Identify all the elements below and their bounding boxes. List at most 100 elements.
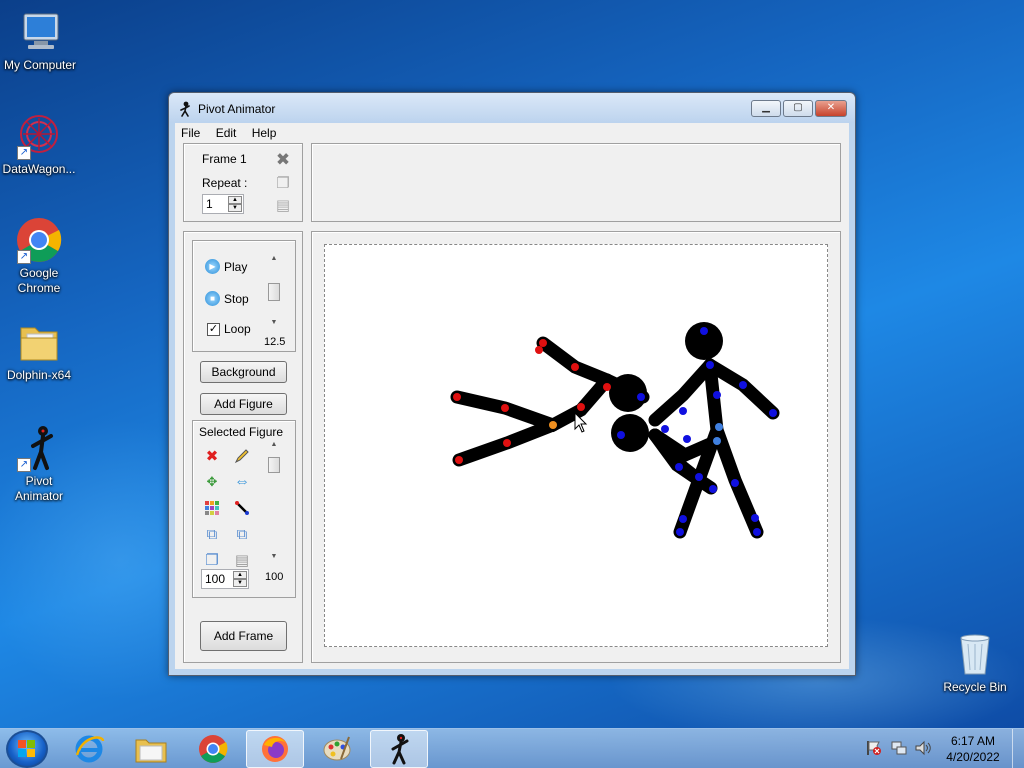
slider-thumb[interactable] xyxy=(268,283,280,301)
stickman-icon xyxy=(391,734,409,765)
folder-icon xyxy=(15,318,63,366)
tray-action-center-icon[interactable] xyxy=(866,740,882,759)
desktop-icon-label: Pivot Animator xyxy=(14,474,64,503)
paste-frame-icon[interactable]: ▤ xyxy=(274,196,292,214)
add-frame-button[interactable]: Add Frame xyxy=(200,621,287,651)
shortcut-arrow-icon: ↗ xyxy=(17,250,31,264)
play-label: Play xyxy=(224,259,248,274)
taskbar-internet-explorer[interactable] xyxy=(60,730,118,768)
taskbar-pivot-animator[interactable] xyxy=(370,730,428,768)
datawagon-icon: ↗ xyxy=(15,112,63,160)
tray-volume-icon[interactable] xyxy=(915,740,931,759)
spin-down-icon[interactable]: ▼ xyxy=(233,579,247,587)
taskbar-firefox[interactable] xyxy=(246,730,304,768)
desktop-icon-label: Recycle Bin xyxy=(943,680,1007,694)
timeline-panel[interactable] xyxy=(311,143,841,222)
slider-up-icon[interactable]: ▲ xyxy=(267,255,281,267)
selected-figure-group: Selected Figure ✖ ✥ ⇔ ⧉ ⧉ ❐ ▤ ▲ ▼ 100 ▲ … xyxy=(192,420,296,598)
leaning-figure-head[interactable] xyxy=(611,414,649,452)
shortcut-arrow-icon: ↗ xyxy=(17,458,31,472)
stickman-icon: ↗ xyxy=(15,424,63,472)
taskbar-clock[interactable]: 6:17 AM 4/20/2022 xyxy=(940,733,1006,765)
taskbar-paint[interactable] xyxy=(308,730,366,768)
delete-frame-icon[interactable]: ✖ xyxy=(274,150,292,169)
shortcut-arrow-icon: ↗ xyxy=(17,146,31,160)
repeat-spinner[interactable]: 1 ▲ ▼ xyxy=(202,194,244,214)
stop-label: Stop xyxy=(224,291,249,306)
desktop-icon-label: My Computer xyxy=(3,58,77,72)
spin-up-icon[interactable]: ▲ xyxy=(233,571,247,579)
play-button[interactable]: ▶ Play xyxy=(205,259,247,274)
stop-icon: ■ xyxy=(205,291,220,306)
desktop-icon-recycle-bin[interactable]: Recycle Bin xyxy=(935,630,1015,695)
taskbar: 6:17 AM 4/20/2022 xyxy=(0,728,1024,768)
start-button[interactable] xyxy=(6,730,48,768)
desktop-icon-label: DataWagon... xyxy=(2,162,76,176)
send-backward-icon[interactable]: ⧉ xyxy=(233,525,251,543)
folder-icon xyxy=(135,739,167,763)
menu-bar: File Edit Help xyxy=(175,123,849,143)
windows-logo-icon xyxy=(18,740,35,757)
frame-label: Frame 1 xyxy=(202,152,247,166)
taskbar-file-explorer[interactable] xyxy=(122,730,180,768)
speed-slider[interactable]: ▲ ▼ xyxy=(267,255,281,331)
desktop-icon-pivot-animator[interactable]: ↗ Pivot Animator xyxy=(0,424,79,504)
clock-date: 4/20/2022 xyxy=(946,750,1000,764)
paint-palette-icon xyxy=(323,736,351,761)
close-button[interactable]: ✕ xyxy=(815,100,847,117)
desktop-icon-google-chrome[interactable]: ↗ Google Chrome xyxy=(0,216,79,296)
bring-forward-icon[interactable]: ⧉ xyxy=(203,525,221,543)
slider-up-icon[interactable]: ▲ xyxy=(267,441,281,453)
tray-network-icon[interactable] xyxy=(891,740,907,759)
selected-figure-heading: Selected Figure xyxy=(199,425,284,439)
background-button[interactable]: Background xyxy=(200,361,287,383)
stop-button[interactable]: ■ Stop xyxy=(205,291,249,306)
spin-down-icon[interactable]: ▼ xyxy=(228,204,242,212)
slider-down-icon[interactable]: ▼ xyxy=(267,553,281,565)
paste-figure-icon[interactable]: ▤ xyxy=(233,551,251,569)
window-titlebar[interactable]: Pivot Animator ▁ ▢ ✕ xyxy=(169,93,855,123)
menu-edit[interactable]: Edit xyxy=(210,123,243,143)
join-segment-icon[interactable] xyxy=(233,499,251,517)
copy-figure-icon[interactable]: ❐ xyxy=(203,551,221,569)
desktop-icon-label: Google Chrome xyxy=(17,266,61,295)
flip-figure-icon[interactable]: ⇔ xyxy=(233,473,251,491)
repeat-label: Repeat : xyxy=(202,176,248,190)
canvas-panel xyxy=(311,231,841,663)
slider-thumb[interactable] xyxy=(268,457,280,473)
menu-file[interactable]: File xyxy=(175,123,206,143)
color-palette-icon[interactable] xyxy=(203,499,221,517)
animation-canvas[interactable] xyxy=(324,244,828,647)
show-desktop-button[interactable] xyxy=(1012,729,1024,768)
desktop-icon-dolphin[interactable]: Dolphin-x64 xyxy=(0,318,79,383)
copy-frame-icon[interactable]: ❐ xyxy=(274,174,292,192)
speed-value: 12.5 xyxy=(264,336,286,348)
window-client-area: Frame 1 Repeat : 1 ▲ ▼ ✖ ❐ ▤ ▶ Play ■ Sto… xyxy=(175,143,849,669)
maximize-button[interactable]: ▢ xyxy=(783,100,813,117)
delete-figure-icon[interactable]: ✖ xyxy=(203,447,221,465)
stick-figures[interactable] xyxy=(325,245,827,646)
chrome-icon: ↗ xyxy=(15,216,63,264)
internet-explorer-icon xyxy=(75,735,105,763)
clock-time: 6:17 AM xyxy=(950,734,996,748)
add-figure-button[interactable]: Add Figure xyxy=(200,393,287,415)
center-figure-icon[interactable]: ✥ xyxy=(203,473,221,491)
minimize-button[interactable]: ▁ xyxy=(751,100,781,117)
frame-panel: Frame 1 Repeat : 1 ▲ ▼ ✖ ❐ ▤ xyxy=(183,143,303,222)
spin-up-icon[interactable]: ▲ xyxy=(228,196,242,204)
pencil-icon[interactable] xyxy=(233,447,251,465)
figure-scale-slider[interactable]: ▲ ▼ xyxy=(267,441,281,565)
red-figure-head[interactable] xyxy=(609,374,647,412)
taskbar-google-chrome[interactable] xyxy=(184,730,242,768)
loop-checkbox[interactable]: ✓ Loop xyxy=(207,322,251,336)
figure-scale-value: 100 xyxy=(265,571,284,583)
window-title: Pivot Animator xyxy=(198,102,276,116)
menu-help[interactable]: Help xyxy=(246,123,283,143)
controls-panel: ▶ Play ■ Stop ✓ Loop ▲ ▼ 12.5 Background… xyxy=(183,231,303,663)
desktop-icon-my-computer[interactable]: My Computer xyxy=(0,8,80,73)
figure-size-spinner[interactable]: 100 ▲ ▼ xyxy=(201,569,249,589)
play-icon: ▶ xyxy=(205,259,220,274)
desktop-icon-datawagon[interactable]: ↗ DataWagon... xyxy=(0,112,79,177)
slider-down-icon[interactable]: ▼ xyxy=(267,319,281,331)
checkbox-checked-icon: ✓ xyxy=(207,322,220,336)
